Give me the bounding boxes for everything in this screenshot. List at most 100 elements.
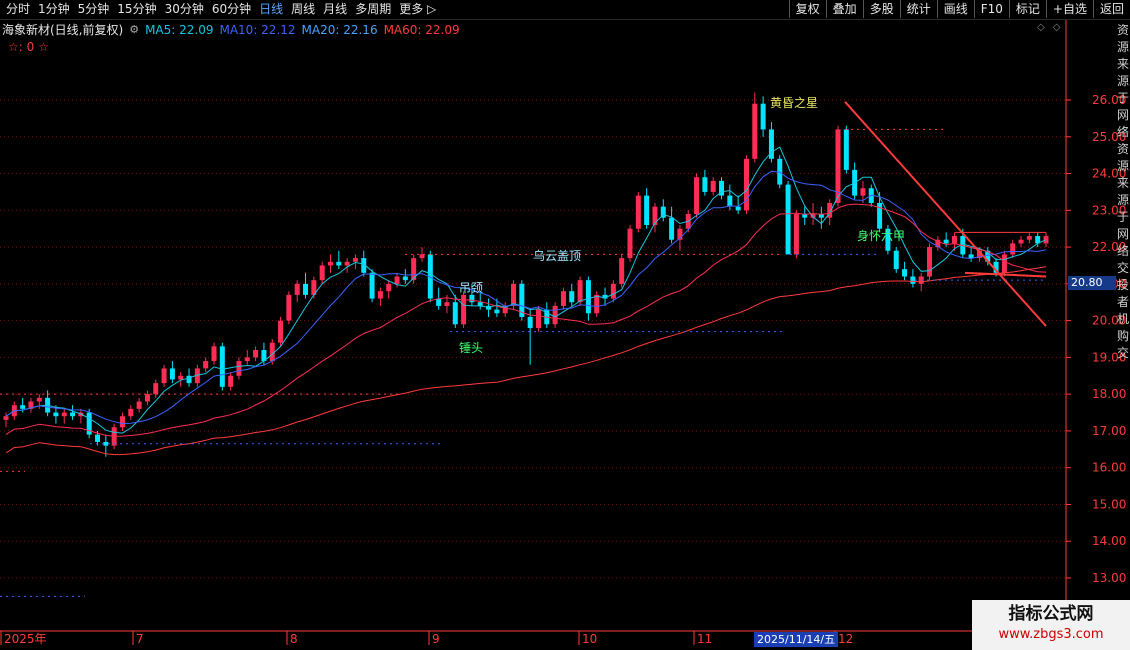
x-tick-label: 8 <box>290 632 298 646</box>
candle-body <box>535 309 541 328</box>
candle-body <box>527 316 533 328</box>
candle-body <box>369 272 375 299</box>
watermark-title: 指标公式网 <box>1008 604 1094 624</box>
candle-body <box>53 412 59 417</box>
side-panel-char: 购 <box>1117 329 1130 343</box>
side-panel-char: 源 <box>1117 193 1130 207</box>
side-panel-char: 交 <box>1117 346 1130 360</box>
candle-body <box>968 254 974 259</box>
candle-body <box>843 129 849 170</box>
support-trend-line <box>964 271 1047 278</box>
candle-body <box>644 195 650 226</box>
candle-body <box>419 254 425 259</box>
candle-body <box>286 294 292 321</box>
candle-body <box>436 298 442 306</box>
y-tick-label: 14.00 <box>1092 534 1126 548</box>
candle-body <box>735 206 741 211</box>
pattern-annotation: 身怀六甲 <box>857 228 905 243</box>
x-tick-label: 9 <box>432 632 440 646</box>
side-panel-char: 资 <box>1117 23 1130 37</box>
candle-body <box>20 405 26 409</box>
watermark-logo: 指标公式网 www.zbgs3.com <box>972 600 1130 650</box>
ma5-line <box>5 146 1047 434</box>
y-tick-label: 16.00 <box>1092 461 1126 475</box>
pattern-annotation: 吊颈 <box>459 281 483 295</box>
side-panel-char: 源 <box>1117 40 1130 54</box>
candle-body <box>694 177 700 214</box>
candle-body <box>893 250 899 270</box>
candle-body <box>386 283 392 292</box>
right-side-panel: 资源来源于网络资源来源于网络交投者机购交 <box>1117 22 1130 432</box>
candle-body <box>95 434 101 442</box>
candle-body <box>269 342 275 362</box>
side-panel-char: 投 <box>1117 278 1130 292</box>
candle-body <box>294 283 300 295</box>
candle-body <box>153 383 159 395</box>
candle-body <box>910 276 916 284</box>
candle-body <box>752 103 758 159</box>
candle-body <box>103 441 109 446</box>
y-tick-label: 15.00 <box>1092 497 1126 511</box>
candle-body <box>760 103 766 130</box>
candle-body <box>3 416 9 420</box>
candle-body <box>785 184 791 255</box>
candle-body <box>344 261 350 266</box>
pattern-annotation: 锤头 <box>459 340 483 355</box>
candle-body <box>710 180 716 192</box>
side-panel-char: 络 <box>1117 244 1130 258</box>
candle-body <box>594 294 600 314</box>
downtrend-line <box>844 101 1047 327</box>
candle-body <box>228 375 234 387</box>
candle-body <box>469 294 475 303</box>
candlestick-chart[interactable]: 26.0025.0024.0023.0022.0021.0020.0019.00… <box>0 0 1130 650</box>
candle-body <box>161 368 167 384</box>
candle-body <box>36 397 42 402</box>
candle-body <box>669 217 675 240</box>
side-panel-char: 网 <box>1117 108 1130 122</box>
candle-body <box>927 247 933 277</box>
candle-body <box>702 177 708 192</box>
candle-body <box>511 283 517 306</box>
candle-body <box>452 302 458 325</box>
candle-body <box>585 280 591 314</box>
candle-body <box>1010 243 1016 255</box>
candle-body <box>394 276 400 284</box>
side-panel-char: 源 <box>1117 74 1130 88</box>
candle-body <box>610 283 616 299</box>
candle-body <box>377 291 383 299</box>
side-panel-char: 资 <box>1117 142 1130 156</box>
candle-body <box>169 368 175 380</box>
candle-body <box>178 375 184 380</box>
side-panel-char: 网 <box>1117 227 1130 241</box>
x-tick-label: 7 <box>136 632 144 646</box>
x-tick-label: 2025年 <box>4 632 47 646</box>
side-panel-char: 者 <box>1117 295 1130 309</box>
candle-body <box>793 213 799 255</box>
y-tick-label: 13.00 <box>1092 571 1126 585</box>
current-price-tag: 20.80 <box>1068 276 1116 290</box>
x-tick-label: 10 <box>582 632 597 646</box>
candle-body <box>1018 239 1024 244</box>
candle-body <box>336 261 342 266</box>
pattern-annotation: 黄昏之星 <box>770 96 818 110</box>
candle-body <box>70 412 76 417</box>
candle-body <box>444 302 450 306</box>
watermark-url: www.zbgs3.com <box>998 627 1104 642</box>
candle-body <box>552 305 558 325</box>
candle-body <box>635 195 641 229</box>
candle-body <box>860 188 866 196</box>
pattern-annotation: 乌云盖顶 <box>533 248 581 263</box>
candle-body <box>727 195 733 207</box>
candle-body <box>119 416 125 428</box>
candle-body <box>402 276 408 281</box>
candle-body <box>203 361 209 369</box>
candle-body <box>627 228 633 259</box>
candle-body <box>327 261 333 266</box>
side-panel-char: 来 <box>1117 176 1130 190</box>
candle-body <box>1001 254 1007 273</box>
candle-body <box>951 236 957 244</box>
side-panel-char: 交 <box>1117 261 1130 275</box>
candle-body <box>619 258 625 284</box>
cursor-date-label: 2025/11/14/五 <box>754 632 839 647</box>
candle-body <box>477 302 483 306</box>
